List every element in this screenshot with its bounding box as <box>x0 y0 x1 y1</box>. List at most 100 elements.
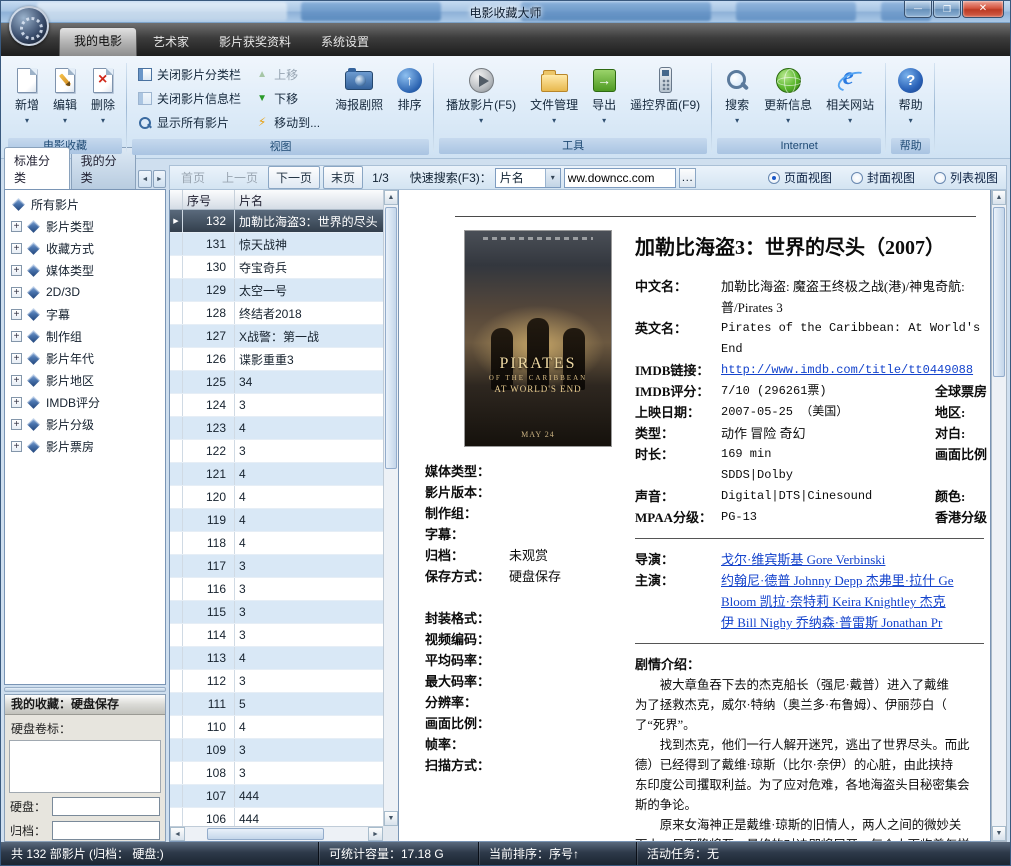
poster-stills-button[interactable]: 海报剧照 <box>328 60 390 136</box>
scroll-up-icon[interactable] <box>384 190 398 205</box>
tab-settings[interactable]: 系统设置 <box>307 28 383 56</box>
scroll-up-icon[interactable] <box>992 190 1006 205</box>
movie-row[interactable]: ▶ 119 4 <box>170 509 383 532</box>
app-logo-icon[interactable] <box>9 6 49 46</box>
prev-page-button[interactable]: 上一页 <box>215 167 265 188</box>
collection-header[interactable]: 我的收藏：硬盘保存 <box>5 695 165 715</box>
scrollbar-thumb[interactable] <box>993 207 1005 377</box>
tree-item[interactable]: 收藏方式 <box>5 237 165 259</box>
movie-row[interactable]: ▶ 121 4 <box>170 463 383 486</box>
move-to-button[interactable]: 移动到... <box>251 110 326 134</box>
close-button[interactable] <box>962 1 1004 18</box>
sidebar-tab-standard[interactable]: 标准分类 <box>4 147 70 189</box>
tree-item[interactable]: 影片分级 <box>5 413 165 435</box>
move-down-button[interactable]: 下移 <box>251 86 326 110</box>
search-options-button[interactable]: … <box>679 168 696 188</box>
movie-row[interactable]: ▶ 114 3 <box>170 624 383 647</box>
movie-row[interactable]: ▶ 110 4 <box>170 716 383 739</box>
scroll-down-icon[interactable] <box>384 811 398 826</box>
tree-item[interactable]: IMDB评分 <box>5 391 165 413</box>
column-header-title[interactable]: 片名 <box>235 190 383 209</box>
show-all-movies-button[interactable]: 显示所有影片 <box>134 110 247 134</box>
related-websites-button[interactable]: 相关网站 <box>819 60 881 135</box>
tab-artists[interactable]: 艺术家 <box>139 28 203 56</box>
movie-row[interactable]: ▶ 127 X战警：第一战 <box>170 325 383 348</box>
quick-search-input[interactable] <box>564 168 676 188</box>
expander-icon[interactable] <box>11 309 22 320</box>
expander-icon[interactable] <box>11 375 22 386</box>
tree-item[interactable]: 影片类型 <box>5 215 165 237</box>
close-info-pane-button[interactable]: 关闭影片信息栏 <box>134 86 247 110</box>
help-button[interactable]: 帮助 <box>891 60 930 135</box>
movie-row[interactable]: ▶ 122 3 <box>170 440 383 463</box>
expander-icon[interactable] <box>11 331 22 342</box>
cover-view-radio[interactable]: 封面视图 <box>851 169 915 186</box>
expander-icon[interactable] <box>11 441 22 452</box>
movie-row[interactable]: ▶ 126 谍影重重3 <box>170 348 383 371</box>
file-manage-button[interactable]: 文件管理 <box>523 60 585 135</box>
sidebar-splitter[interactable] <box>4 687 166 692</box>
expander-icon[interactable] <box>11 353 22 364</box>
maximize-button[interactable] <box>933 1 961 18</box>
movie-row[interactable]: ▶ 117 3 <box>170 555 383 578</box>
movie-row[interactable]: ▶ 107 444 <box>170 785 383 808</box>
tree-item[interactable]: 媒体类型 <box>5 259 165 281</box>
movie-row[interactable]: ▶ 128 终结者2018 <box>170 302 383 325</box>
close-category-pane-button[interactable]: 关闭影片分类栏 <box>134 62 247 86</box>
expander-icon[interactable] <box>11 287 22 298</box>
movie-row[interactable]: ▶ 113 4 <box>170 647 383 670</box>
expander-icon[interactable] <box>11 397 22 408</box>
next-page-button[interactable]: 下一页 <box>268 166 320 189</box>
movie-row[interactable]: ▶ 109 3 <box>170 739 383 762</box>
expander-icon[interactable] <box>11 243 22 254</box>
scroll-right-icon[interactable] <box>368 827 383 841</box>
expander-icon[interactable] <box>11 265 22 276</box>
tree-item[interactable]: 制作组 <box>5 325 165 347</box>
search-button[interactable]: 搜索 <box>717 60 757 135</box>
delete-button[interactable]: × 删除 <box>84 60 122 135</box>
tree-item[interactable]: 所有影片 <box>5 193 165 215</box>
play-movie-button[interactable]: 播放影片(F5) <box>439 60 523 135</box>
scroll-down-icon[interactable] <box>992 826 1006 841</box>
tree-item[interactable]: 影片地区 <box>5 369 165 391</box>
tab-scroll-right-button[interactable] <box>153 170 166 188</box>
movie-row[interactable]: ▶ 125 34 <box>170 371 383 394</box>
minimize-button[interactable] <box>904 1 932 18</box>
scrollbar-thumb[interactable] <box>207 828 324 840</box>
movie-row[interactable]: ▶ 131 惊天战神 <box>170 233 383 256</box>
page-view-radio[interactable]: 页面视图 <box>768 169 832 186</box>
detail-vertical-scrollbar[interactable] <box>991 190 1007 842</box>
tree-item[interactable]: 字幕 <box>5 303 165 325</box>
scrollbar-thumb[interactable] <box>385 207 397 469</box>
last-page-button[interactable]: 末页 <box>323 166 363 189</box>
movie-row[interactable]: ▶ 112 3 <box>170 670 383 693</box>
update-info-button[interactable]: 更新信息 <box>757 60 819 135</box>
move-up-button[interactable]: 上移 <box>251 62 326 86</box>
movie-row[interactable]: ▶ 120 4 <box>170 486 383 509</box>
movie-poster[interactable]: PIRATES OF THE CARIBBEAN AT WORLD'S END … <box>465 231 611 446</box>
movie-row[interactable]: ▶ 111 5 <box>170 693 383 716</box>
search-field-select[interactable]: 片名 <box>495 168 561 188</box>
tab-scroll-left-button[interactable] <box>138 170 151 188</box>
movie-row[interactable]: ▶ 124 3 <box>170 394 383 417</box>
disk-input[interactable] <box>52 797 160 816</box>
tab-awards[interactable]: 影片获奖资料 <box>205 28 305 56</box>
scroll-left-icon[interactable] <box>170 827 185 841</box>
table-vertical-scrollbar[interactable] <box>383 190 398 826</box>
movie-row[interactable]: ▶ 132 加勒比海盗3：世界的尽头 <box>170 210 383 233</box>
tree-item[interactable]: 影片年代 <box>5 347 165 369</box>
movie-row[interactable]: ▶ 130 夺宝奇兵 <box>170 256 383 279</box>
stars-links[interactable]: 约翰尼·德普 Johnny Depp 杰弗里·拉什 Ge Bloom 凯拉·奈特… <box>721 570 954 633</box>
tab-my-movies[interactable]: 我的电影 <box>59 27 137 56</box>
volume-listbox[interactable] <box>9 740 161 793</box>
titlebar[interactable]: 电影收藏大师 <box>1 1 1010 23</box>
director-link[interactable]: 戈尔·维宾斯基 Gore Verbinski <box>721 549 885 570</box>
list-view-radio[interactable]: 列表视图 <box>934 169 998 186</box>
movie-row[interactable]: ▶ 123 4 <box>170 417 383 440</box>
tree-item[interactable]: 影片票房 <box>5 435 165 457</box>
movie-row[interactable]: ▶ 118 4 <box>170 532 383 555</box>
movie-row[interactable]: ▶ 108 3 <box>170 762 383 785</box>
edit-button[interactable]: 编辑 <box>46 60 84 135</box>
sort-button[interactable]: 排序 <box>390 60 429 136</box>
first-page-button[interactable]: 首页 <box>174 167 212 188</box>
